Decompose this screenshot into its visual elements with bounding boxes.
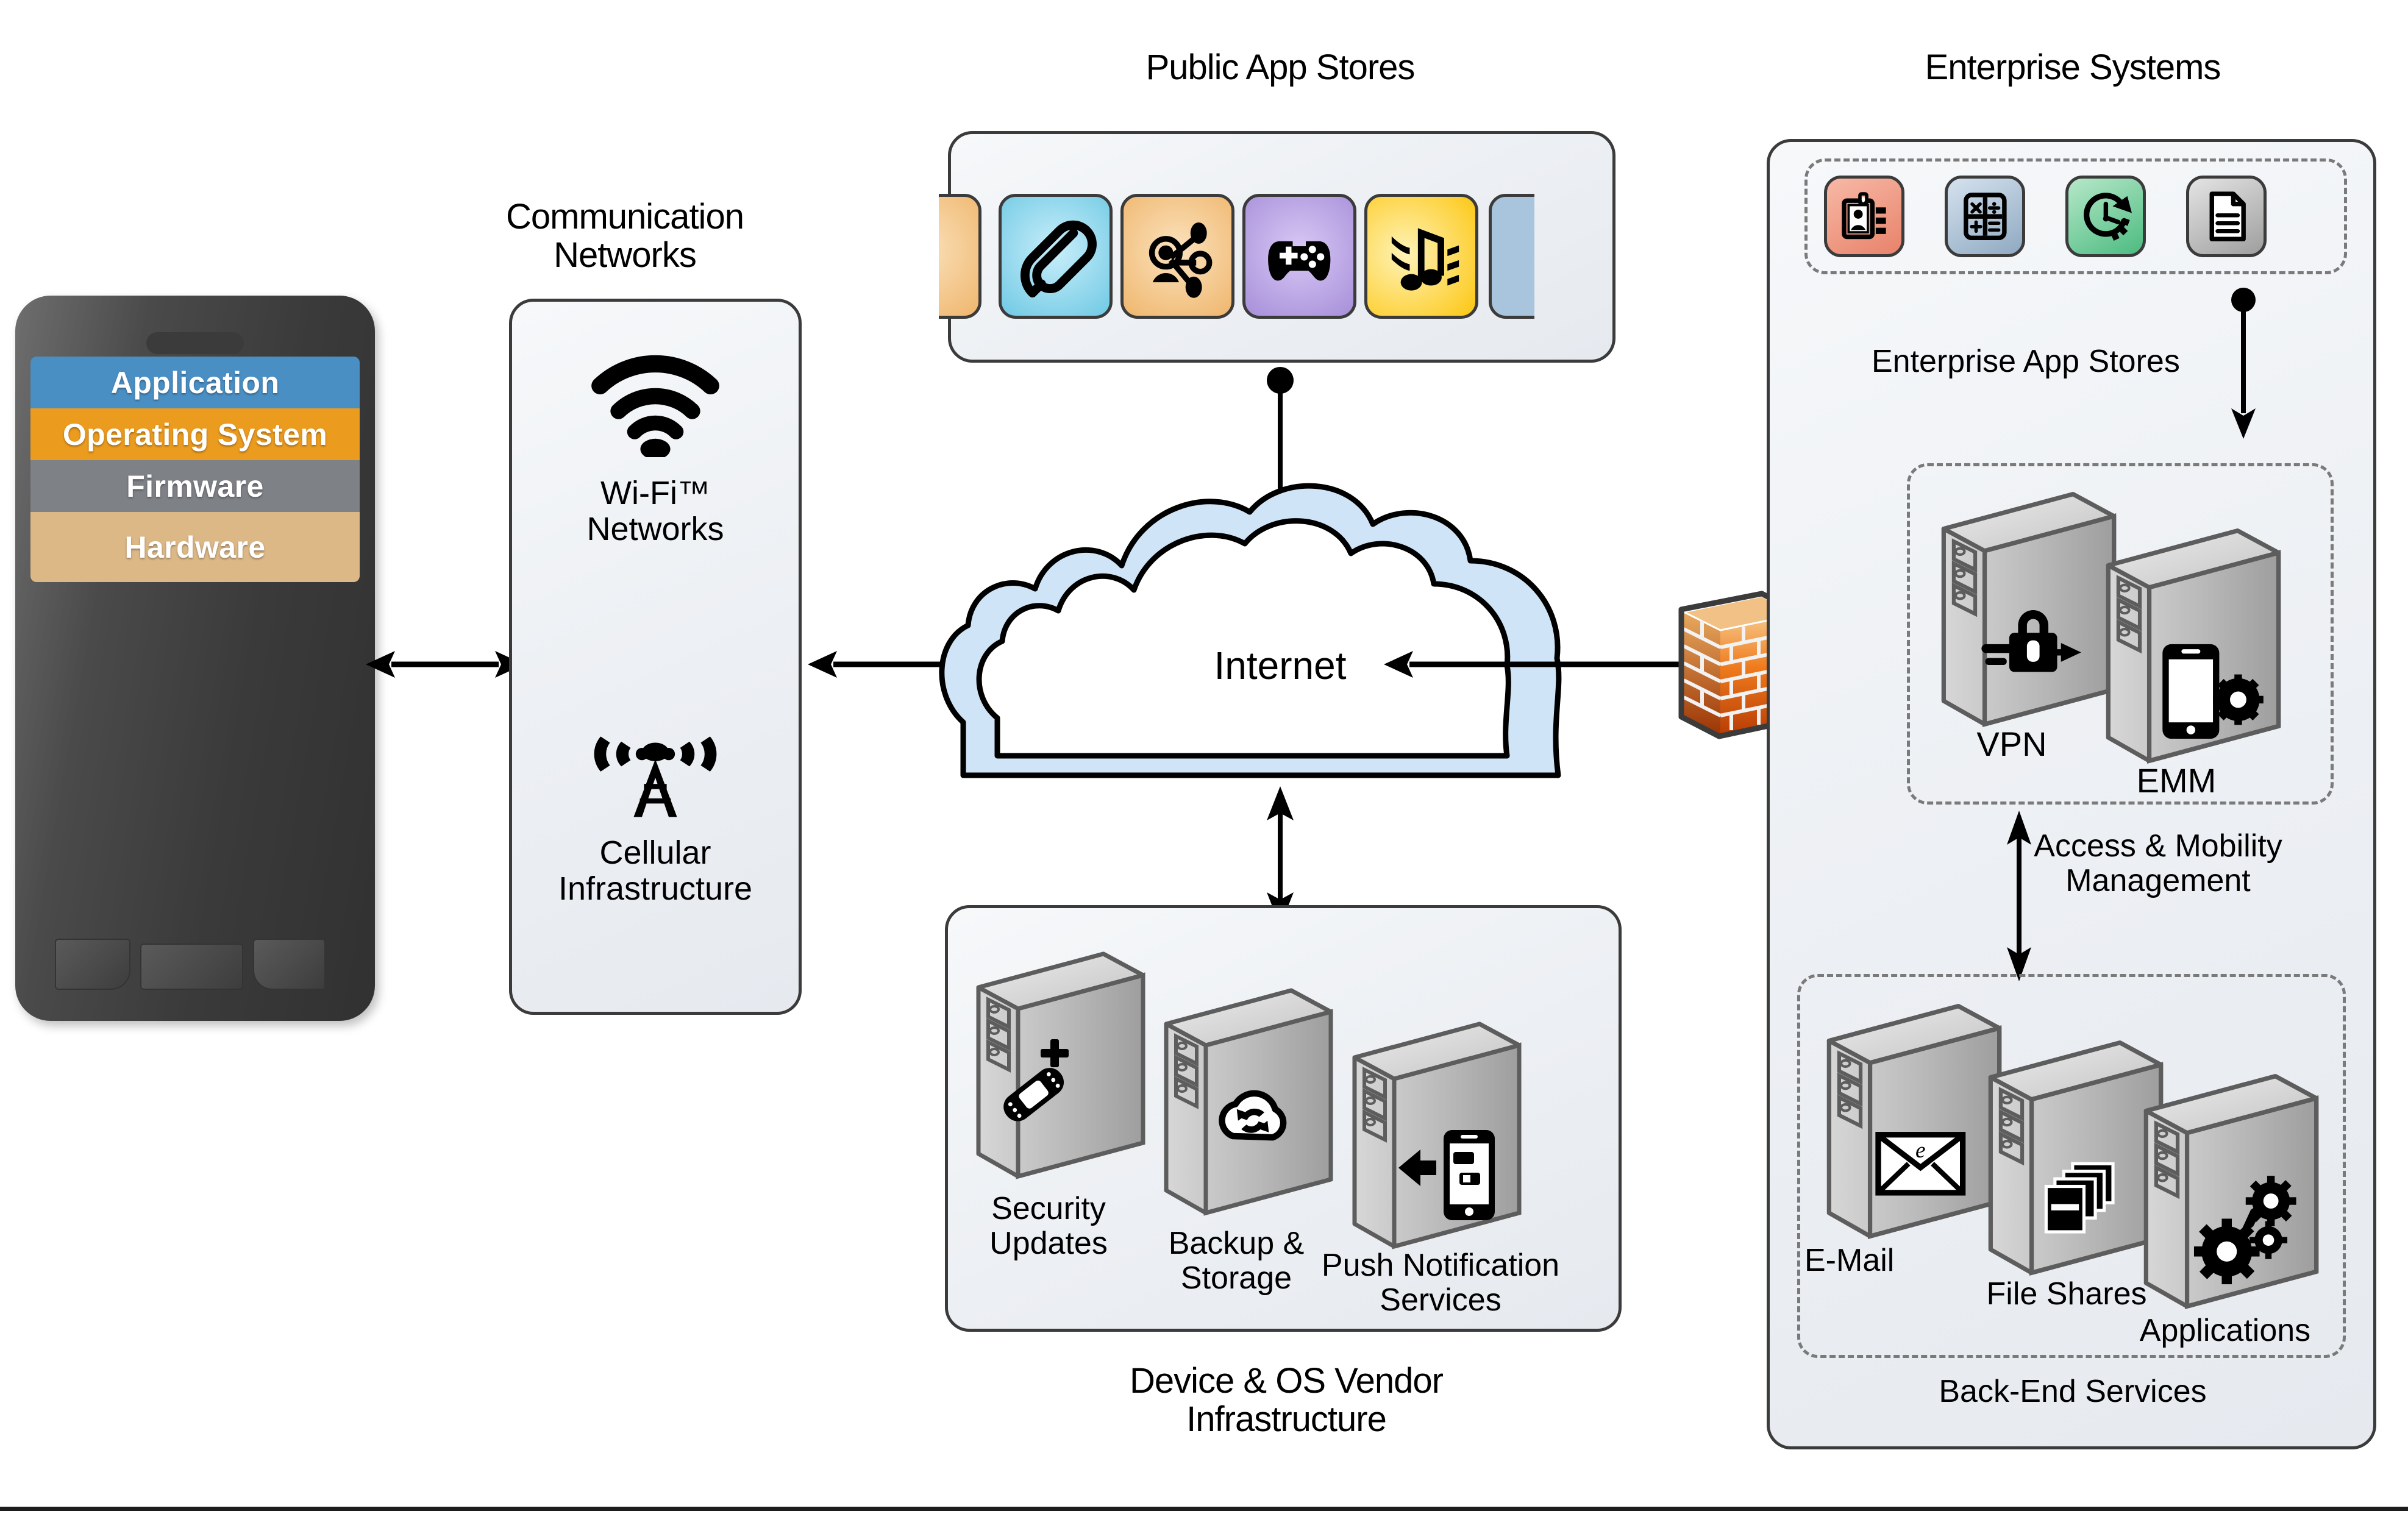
arrow-internet-to-firewall: [1384, 646, 1713, 683]
arrow-phone-to-networks: [366, 646, 524, 683]
phone-speaker: [146, 332, 244, 354]
applications-server: [2140, 1064, 2323, 1320]
phone-layer-label: Hardware: [124, 530, 266, 564]
vpn-label: VPN: [1976, 725, 2047, 763]
phone-layer-application: Application: [30, 357, 360, 408]
arrow-access-to-backend: [2000, 811, 2039, 981]
public-app-stores-title: Public App Stores: [1145, 48, 1416, 87]
internet-label: Internet: [1214, 644, 1347, 688]
music-app-icon[interactable]: [1364, 194, 1478, 319]
svg-text:e: e: [1915, 1138, 1926, 1163]
arrow-appstores-to-access: [2224, 286, 2263, 439]
phone-layer-firmware: Firmware: [30, 460, 360, 512]
phone-layer-label: Operating System: [62, 417, 328, 452]
security-updates-server: [972, 942, 1149, 1185]
push-notification-server: [1348, 1012, 1525, 1256]
identity-app-icon[interactable]: [1824, 176, 1904, 257]
phone-button-left[interactable]: [55, 939, 130, 990]
push-notification-label: Push Notification Services: [1321, 1248, 1560, 1318]
phone-layer-label: Firmware: [126, 469, 264, 503]
email-server: e: [1823, 993, 2006, 1249]
cellular-infrastructure-label: Cellular Infrastructure: [558, 834, 753, 908]
phone-layer-operating-system: Operating System: [30, 408, 360, 460]
phone-layer-hardware: Hardware: [30, 512, 360, 582]
cell-tower-icon: [588, 716, 722, 823]
social-app-icon[interactable]: [1120, 194, 1234, 319]
emm-label: EMM: [2136, 761, 2217, 800]
vpn-server: [1937, 482, 2120, 737]
applications-label: Applications: [2139, 1313, 2311, 1348]
phone-button-right[interactable]: [253, 939, 326, 990]
communication-networks-title: Communication Networks: [506, 197, 744, 275]
wifi-icon: [585, 354, 725, 460]
back-end-services-label: Back-End Services: [1939, 1374, 2207, 1409]
internet-cloud: [939, 475, 1585, 786]
security-updates-label: Security Updates: [989, 1191, 1108, 1262]
phone-button-center[interactable]: [140, 944, 243, 990]
calculator-app-icon[interactable]: [1945, 176, 2025, 257]
games-app-icon[interactable]: [1242, 194, 1356, 319]
backup-storage-server: [1160, 978, 1337, 1222]
partial-app-icon-left[interactable]: [939, 194, 981, 319]
phone-layer-label: Application: [110, 365, 280, 400]
partial-app-icon-right[interactable]: [1489, 194, 1534, 319]
email-label: E-Mail: [1804, 1243, 1895, 1278]
enterprise-systems-title: Enterprise Systems: [1925, 48, 2221, 87]
emm-server: [2102, 518, 2285, 774]
vendor-infrastructure-title: Device & OS Vendor Infrastructure: [1130, 1361, 1444, 1439]
time-tracking-app-icon[interactable]: [2065, 176, 2146, 257]
bottom-divider: [0, 1507, 2408, 1511]
attachment-app-icon[interactable]: [999, 194, 1113, 319]
wifi-networks-label: Wi-Fi™ Networks: [586, 475, 724, 548]
documents-app-icon[interactable]: [2186, 176, 2267, 257]
